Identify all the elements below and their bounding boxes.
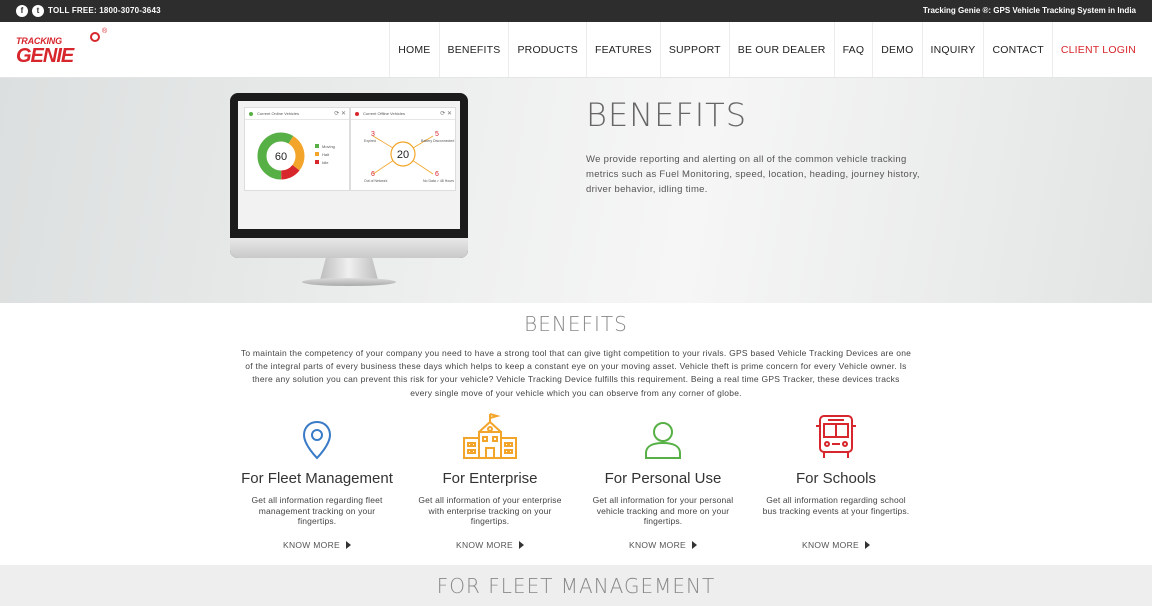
feature-fleet-management: For Fleet Management Get all information… <box>232 412 402 550</box>
offline-vehicles-panel: Current Offline Vehicles ⟳ ✕ 20 3 Expire… <box>350 107 456 191</box>
feature-title: For Personal Use <box>604 470 722 487</box>
nav-contact[interactable]: CONTACT <box>983 22 1051 77</box>
building-icon <box>463 413 517 459</box>
expired-label: Expired <box>364 139 376 143</box>
user-icon <box>645 422 681 459</box>
hero-banner: Current Online Vehicles ⟳ ✕ 60 Moving Ha… <box>0 78 1152 303</box>
facebook-icon[interactable]: f <box>16 5 28 17</box>
nav-demo[interactable]: DEMO <box>872 22 921 77</box>
top-bar: f t TOLL FREE: 1800-3070-3643 Tracking G… <box>0 0 1152 22</box>
feature-title: For Schools <box>795 470 877 487</box>
arrow-right-icon <box>346 541 351 549</box>
nav-support[interactable]: SUPPORT <box>659 22 729 77</box>
feature-description: Get all information of your enterprise w… <box>418 495 562 526</box>
benefits-intro: To maintain the competency of your compa… <box>240 348 912 398</box>
nav-features[interactable]: FEATURES <box>585 22 660 77</box>
nav-be-our-dealer[interactable]: BE OUR DEALER <box>728 22 834 77</box>
panel-title: Current Online Vehicles <box>257 111 300 116</box>
feature-title: For Fleet Management <box>241 470 393 487</box>
site-tagline: Tracking Genie ®: GPS Vehicle Tracking S… <box>922 6 1136 15</box>
online-vehicles-panel: Current Online Vehicles ⟳ ✕ 60 Moving Ha… <box>244 107 350 191</box>
donut-chart: 60 Moving Halt Idle <box>257 132 335 180</box>
feature-description: Get all information regarding fleet mana… <box>251 495 383 526</box>
online-count: 60 <box>275 151 287 163</box>
legend-idle: Idle <box>322 160 329 165</box>
know-more-link[interactable]: KNOW MORE <box>405 540 575 550</box>
feature-enterprise: For Enterprise Get all information of yo… <box>405 412 575 550</box>
nav-inquiry[interactable]: INQUIRY <box>921 22 984 77</box>
dashboard-screen: Current Online Vehicles ⟳ ✕ 60 Moving Ha… <box>238 101 460 229</box>
monitor-base <box>302 278 396 286</box>
school-bus-icon <box>816 415 856 458</box>
tracking-genie-logo[interactable]: TRACKING GENIE ® <box>14 28 110 72</box>
hero-description: We provide reporting and alerting on all… <box>586 154 920 195</box>
fleet-management-title: FOR FLEET MANAGEMENT <box>436 574 716 598</box>
feature-title: For Enterprise <box>442 470 538 487</box>
monitor-illustration: Current Online Vehicles ⟳ ✕ 60 Moving Ha… <box>230 93 468 258</box>
arrow-right-icon <box>865 541 870 549</box>
feature-description: Get all information for your personal ve… <box>592 495 734 526</box>
twitter-icon[interactable]: t <box>32 5 44 17</box>
feature-personal-use: For Personal Use Get all information for… <box>578 412 748 550</box>
location-pin-icon <box>302 420 332 460</box>
logo-registered-mark: ® <box>102 28 108 35</box>
close-icon: ⟳ ✕ <box>440 111 452 117</box>
hero-title: BENEFITS <box>586 96 748 134</box>
client-login-link[interactable]: CLIENT LOGIN <box>1051 22 1152 77</box>
header: TRACKING GENIE ® HOME BENEFITS PRODUCTS … <box>0 22 1152 78</box>
social-links: f t <box>16 5 44 17</box>
monitor-chin <box>230 238 468 258</box>
feature-schools: For Schools Get all information regardin… <box>751 412 921 550</box>
status-dot-icon <box>249 112 253 116</box>
close-icon: ⟳ ✕ <box>334 111 346 117</box>
monitor-stand <box>320 258 378 280</box>
status-dot-icon <box>355 112 359 116</box>
arrow-right-icon <box>519 541 524 549</box>
toll-free-number: TOLL FREE: 1800-3070-3643 <box>48 6 161 15</box>
logo-genie-icon <box>90 32 100 42</box>
know-more-link[interactable]: KNOW MORE <box>751 540 921 550</box>
offline-count: 20 <box>397 149 409 161</box>
nav-home[interactable]: HOME <box>389 22 438 77</box>
nav-benefits[interactable]: BENEFITS <box>438 22 509 77</box>
battery-label: Battery Disconnected <box>421 139 454 143</box>
nodata-value: 6 <box>435 171 439 178</box>
panel-title: Current Offline Vehicles <box>363 111 405 116</box>
offline-summary-diagram: 20 3 Expired 5 Battery Disconnected 6 Ou… <box>364 131 454 183</box>
main-nav: HOME BENEFITS PRODUCTS FEATURES SUPPORT … <box>389 22 1152 77</box>
know-more-link[interactable]: KNOW MORE <box>578 540 748 550</box>
nav-faq[interactable]: FAQ <box>833 22 873 77</box>
network-value: 6 <box>371 171 375 178</box>
know-more-link[interactable]: KNOW MORE <box>232 540 402 550</box>
legend-halt: Halt <box>322 152 330 157</box>
legend-moving: Moving <box>322 144 335 149</box>
network-label: Out of Network <box>364 179 388 183</box>
battery-value: 5 <box>435 131 439 138</box>
nodata-label: No Data > 48 Hours <box>423 179 454 183</box>
logo-line2: GENIE <box>16 45 74 67</box>
feature-description: Get all information regarding school bus… <box>762 495 910 516</box>
expired-value: 3 <box>371 131 375 138</box>
nav-products[interactable]: PRODUCTS <box>508 22 586 77</box>
benefits-title: BENEFITS <box>524 312 628 336</box>
arrow-right-icon <box>692 541 697 549</box>
